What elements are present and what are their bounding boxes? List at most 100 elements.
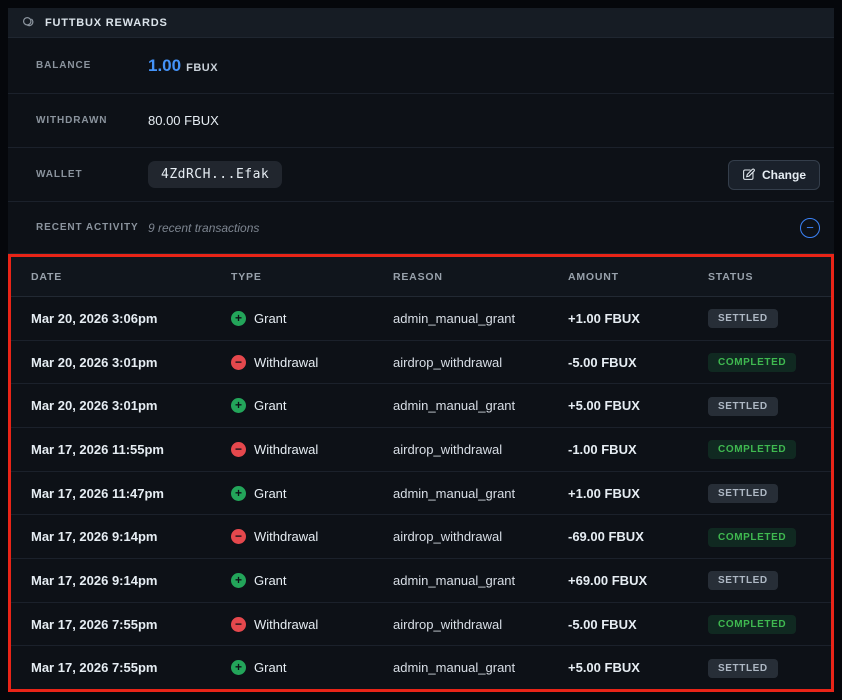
tx-type: − Withdrawal bbox=[231, 529, 393, 544]
tx-amount: +5.00 FBUX bbox=[568, 660, 708, 675]
tx-reason: airdrop_withdrawal bbox=[393, 617, 568, 632]
tx-date: Mar 20, 2026 3:01pm bbox=[31, 398, 231, 413]
tx-type-label: Grant bbox=[254, 311, 287, 326]
tx-type-label: Grant bbox=[254, 660, 287, 675]
table-row: Mar 20, 2026 3:06pm + Grant admin_manual… bbox=[11, 297, 831, 341]
tx-type-label: Grant bbox=[254, 573, 287, 588]
withdrawal-minus-icon: − bbox=[231, 442, 246, 457]
tx-amount: -5.00 FBUX bbox=[568, 617, 708, 632]
balance-value: 1.00 FBUX bbox=[148, 56, 218, 76]
minus-icon: − bbox=[806, 220, 814, 235]
tx-amount: -69.00 FBUX bbox=[568, 529, 708, 544]
panel-title: FUTTBUX REWARDS bbox=[45, 17, 168, 29]
tx-date: Mar 17, 2026 11:47pm bbox=[31, 486, 231, 501]
recent-activity-label: RECENT ACTIVITY bbox=[36, 222, 148, 233]
tx-type: + Grant bbox=[231, 660, 393, 675]
balance-amount: 1.00 bbox=[148, 56, 181, 75]
column-header-date: DATE bbox=[31, 271, 231, 283]
grant-plus-icon: + bbox=[231, 398, 246, 413]
tx-type: + Grant bbox=[231, 573, 393, 588]
status-badge: COMPLETED bbox=[708, 440, 796, 459]
tx-type-label: Grant bbox=[254, 486, 287, 501]
tx-type: + Grant bbox=[231, 486, 393, 501]
edit-pencil-icon bbox=[742, 168, 755, 181]
withdrawal-minus-icon: − bbox=[231, 617, 246, 632]
tx-reason: airdrop_withdrawal bbox=[393, 442, 568, 457]
tx-date: Mar 17, 2026 11:55pm bbox=[31, 442, 231, 457]
change-wallet-button[interactable]: Change bbox=[728, 160, 820, 190]
coins-icon bbox=[22, 16, 36, 30]
tx-type-label: Grant bbox=[254, 398, 287, 413]
tx-type-label: Withdrawal bbox=[254, 442, 318, 457]
status-badge: SETTLED bbox=[708, 397, 778, 416]
table-row: Mar 17, 2026 11:47pm + Grant admin_manua… bbox=[11, 472, 831, 516]
tx-status-cell: SETTLED bbox=[708, 396, 831, 416]
tx-type: − Withdrawal bbox=[231, 355, 393, 370]
balance-label: BALANCE bbox=[36, 60, 148, 71]
tx-status-cell: COMPLETED bbox=[708, 527, 831, 547]
grant-plus-icon: + bbox=[231, 573, 246, 588]
wallet-address-pill: 4ZdRCH...Efak bbox=[148, 161, 282, 188]
status-badge: SETTLED bbox=[708, 659, 778, 678]
tx-status-cell: SETTLED bbox=[708, 308, 831, 328]
balance-unit: FBUX bbox=[186, 62, 218, 74]
tx-date: Mar 20, 2026 3:01pm bbox=[31, 355, 231, 370]
withdrawn-label: WITHDRAWN bbox=[36, 115, 148, 126]
tx-date: Mar 17, 2026 7:55pm bbox=[31, 660, 231, 675]
tx-type: + Grant bbox=[231, 398, 393, 413]
activity-summary-text: 9 recent transactions bbox=[148, 221, 259, 235]
tx-reason: admin_manual_grant bbox=[393, 311, 568, 326]
table-row: Mar 17, 2026 7:55pm − Withdrawal airdrop… bbox=[11, 603, 831, 647]
withdrawn-value: 80.00 FBUX bbox=[148, 113, 219, 128]
table-row: Mar 17, 2026 11:55pm − Withdrawal airdro… bbox=[11, 428, 831, 472]
tx-type-label: Withdrawal bbox=[254, 529, 318, 544]
tx-date: Mar 17, 2026 9:14pm bbox=[31, 573, 231, 588]
tx-date: Mar 17, 2026 7:55pm bbox=[31, 617, 231, 632]
tx-type: − Withdrawal bbox=[231, 617, 393, 632]
grant-plus-icon: + bbox=[231, 311, 246, 326]
column-header-reason: REASON bbox=[393, 271, 568, 283]
tx-status-cell: COMPLETED bbox=[708, 614, 831, 634]
tx-amount: -1.00 FBUX bbox=[568, 442, 708, 457]
status-badge: COMPLETED bbox=[708, 353, 796, 372]
wallet-row: WALLET 4ZdRCH...Efak Change bbox=[8, 148, 834, 202]
futtbux-rewards-panel: FUTTBUX REWARDS BALANCE 1.00 FBUX WITHDRA… bbox=[8, 8, 834, 692]
table-row: Mar 20, 2026 3:01pm + Grant admin_manual… bbox=[11, 384, 831, 428]
status-badge: COMPLETED bbox=[708, 528, 796, 547]
tx-amount: +1.00 FBUX bbox=[568, 486, 708, 501]
withdrawn-row: WITHDRAWN 80.00 FBUX bbox=[8, 94, 834, 148]
wallet-label: WALLET bbox=[36, 169, 148, 180]
tx-reason: airdrop_withdrawal bbox=[393, 355, 568, 370]
tx-amount: +69.00 FBUX bbox=[568, 573, 708, 588]
column-header-type: TYPE bbox=[231, 271, 393, 283]
tx-date: Mar 20, 2026 3:06pm bbox=[31, 311, 231, 326]
table-row: Mar 20, 2026 3:01pm − Withdrawal airdrop… bbox=[11, 341, 831, 385]
tx-amount: +5.00 FBUX bbox=[568, 398, 708, 413]
tx-status-cell: COMPLETED bbox=[708, 439, 831, 459]
collapse-activity-button[interactable]: − bbox=[800, 218, 820, 238]
grant-plus-icon: + bbox=[231, 660, 246, 675]
tx-type: + Grant bbox=[231, 311, 393, 326]
withdrawal-minus-icon: − bbox=[231, 355, 246, 370]
tx-reason: admin_manual_grant bbox=[393, 486, 568, 501]
tx-reason: admin_manual_grant bbox=[393, 660, 568, 675]
transactions-header: DATE TYPE REASON AMOUNT STATUS bbox=[11, 257, 831, 297]
withdrawal-minus-icon: − bbox=[231, 529, 246, 544]
status-badge: SETTLED bbox=[708, 309, 778, 328]
status-badge: COMPLETED bbox=[708, 615, 796, 634]
column-header-status: STATUS bbox=[708, 271, 831, 283]
tx-amount: -5.00 FBUX bbox=[568, 355, 708, 370]
tx-reason: admin_manual_grant bbox=[393, 573, 568, 588]
table-row: Mar 17, 2026 9:14pm + Grant admin_manual… bbox=[11, 559, 831, 603]
column-header-amount: AMOUNT bbox=[568, 271, 708, 283]
tx-amount: +1.00 FBUX bbox=[568, 311, 708, 326]
tx-type: − Withdrawal bbox=[231, 442, 393, 457]
recent-activity-row: RECENT ACTIVITY 9 recent transactions − bbox=[8, 202, 834, 254]
highlight-annotation: DATE TYPE REASON AMOUNT STATUS Mar 20, 2… bbox=[8, 254, 834, 692]
tx-reason: admin_manual_grant bbox=[393, 398, 568, 413]
panel-header: FUTTBUX REWARDS bbox=[8, 8, 834, 38]
tx-type-label: Withdrawal bbox=[254, 355, 318, 370]
table-row: Mar 17, 2026 9:14pm − Withdrawal airdrop… bbox=[11, 515, 831, 559]
tx-date: Mar 17, 2026 9:14pm bbox=[31, 529, 231, 544]
tx-reason: airdrop_withdrawal bbox=[393, 529, 568, 544]
